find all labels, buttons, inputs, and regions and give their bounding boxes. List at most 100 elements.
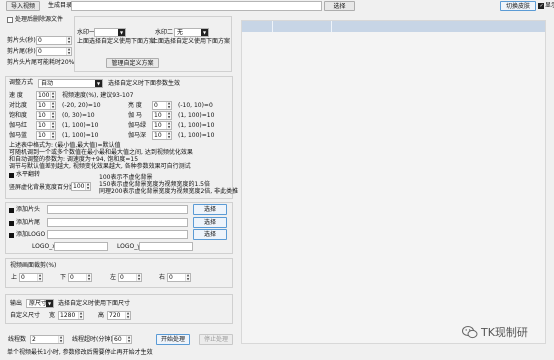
stepper-arrows-icon[interactable]: ▲ ▼ xyxy=(166,132,171,139)
stepper-arrows-icon[interactable]: ▲ ▼ xyxy=(66,37,71,44)
height-stepper[interactable]: 720 ▲ ▼ xyxy=(107,311,131,320)
add-logo-checkbox[interactable] xyxy=(9,233,14,238)
chevron-down-icon[interactable]: ▼ xyxy=(46,300,53,307)
blank-width-stepper[interactable]: 100 ▲ ▼ xyxy=(71,182,91,191)
stepper-arrows-icon[interactable]: ▲ ▼ xyxy=(50,102,55,109)
stepper-arrows-icon[interactable]: ▲ ▼ xyxy=(166,102,171,109)
crop-bottom-stepper[interactable]: 0 ▲ ▼ xyxy=(68,273,92,282)
stepper-arrows-icon[interactable]: ▲ ▼ xyxy=(166,112,171,119)
crop-title: 视频画面裁剪(%) xyxy=(10,262,57,269)
stepper-arrows-icon[interactable]: ▲ ▼ xyxy=(185,274,190,281)
watermark1-select[interactable]: ▼ xyxy=(94,28,126,37)
stepper-arrows-icon[interactable]: ▲ ▼ xyxy=(166,122,171,129)
logo-y-input[interactable] xyxy=(139,242,193,251)
add-logo-select-button[interactable]: 选择 xyxy=(193,229,227,240)
crop-left-stepper[interactable]: 0 ▲ ▼ xyxy=(118,273,142,282)
mirror-checkbox[interactable] xyxy=(9,173,14,178)
threads-stepper[interactable]: 2 ▲ ▼ xyxy=(30,335,64,344)
gamma-r-stepper[interactable]: 10 ▲ ▼ xyxy=(36,121,56,130)
cut-tail-label: 剪片尾(秒) xyxy=(7,48,36,55)
stepper-arrows-icon[interactable]: ▲ ▼ xyxy=(37,274,42,281)
formula-line-4: 调节与默认值差别越大, 视频变化效果越大, 各种参数效果可自行测试 xyxy=(9,163,191,170)
cut-note: 剪片头片尾可能耗时20% xyxy=(7,59,75,66)
gamma-label: 伽 马 xyxy=(128,112,142,119)
gamma-g-stepper[interactable]: 10 ▲ ▼ xyxy=(152,121,172,130)
cut-head-stepper[interactable]: 0 ▲ ▼ xyxy=(36,36,72,45)
stop-button[interactable]: 停止处理 xyxy=(199,334,233,345)
output-label: 输出 xyxy=(10,300,23,307)
add-head-checkbox[interactable] xyxy=(9,208,14,213)
stepper-arrows-icon[interactable]: ▲ ▼ xyxy=(50,122,55,129)
watermark1-label: 水印一 xyxy=(77,29,96,36)
switch-skin-button[interactable]: 切换皮肤 xyxy=(500,1,536,11)
topmost-label: 显示详细日志 xyxy=(545,2,554,9)
brightness-label: 亮 度 xyxy=(128,102,142,109)
stepper-arrows-icon[interactable]: ▲ ▼ xyxy=(50,92,55,99)
stepper-arrows-icon[interactable]: ▲ ▼ xyxy=(136,274,141,281)
start-button[interactable]: 开始处理 xyxy=(156,334,190,345)
stepper-arrows-icon[interactable]: ▲ ▼ xyxy=(50,132,55,139)
manage-custom-button[interactable]: 管理自定义方案 xyxy=(106,58,159,68)
crop-left-label: 左 xyxy=(110,274,117,281)
width-stepper[interactable]: 1280 ▲ ▼ xyxy=(58,311,84,320)
gamma-range: (1, 100)=10 xyxy=(178,112,215,119)
stepper-arrows-icon[interactable]: ▲ ▼ xyxy=(125,312,130,319)
watermark2-note: 上面选择自定义使用下面方案 xyxy=(152,38,231,45)
delete-source-checkbox[interactable] xyxy=(7,17,13,23)
stepper-arrows-icon[interactable]: ▲ ▼ xyxy=(85,183,90,190)
output-select[interactable]: 原尺寸 ▼ xyxy=(26,299,54,308)
logo-x-input[interactable] xyxy=(54,242,108,251)
output-dir-input[interactable] xyxy=(71,1,322,11)
add-tail-checkbox[interactable] xyxy=(9,221,14,226)
crop-top-stepper[interactable]: 0 ▲ ▼ xyxy=(19,273,43,282)
wechat-logo-icon xyxy=(462,325,478,339)
watermark-text: TK现制研 xyxy=(481,326,528,339)
stepper-arrows-icon[interactable]: ▲ ▼ xyxy=(58,336,63,343)
stepper-arrows-icon[interactable]: ▲ ▼ xyxy=(86,274,91,281)
task-list-header-divider xyxy=(331,21,332,32)
gamma-b-stepper[interactable]: 10 ▲ ▼ xyxy=(36,131,56,140)
watermark2-select[interactable]: 无 ▼ xyxy=(174,28,209,37)
threads-label: 线程数 xyxy=(8,336,27,343)
crop-right-stepper[interactable]: 0 ▲ ▼ xyxy=(167,273,191,282)
logo-x-label: LOGO_x xyxy=(32,243,56,250)
add-logo-label: 添加LOGO xyxy=(16,231,46,238)
mode-note: 选择自定义时下面参数生效 xyxy=(108,80,181,87)
contrast-range: (-20, 20)=10 xyxy=(62,102,101,109)
output-dir-select-button[interactable]: 选择 xyxy=(324,1,355,11)
chevron-down-icon[interactable]: ▼ xyxy=(201,29,208,36)
gamma-w-stepper[interactable]: 10 ▲ ▼ xyxy=(152,131,172,140)
saturation-stepper[interactable]: 10 ▲ ▼ xyxy=(36,111,56,120)
stepper-arrows-icon[interactable]: ▲ ▼ xyxy=(50,112,55,119)
mode-select[interactable]: 自动 ▼ xyxy=(38,79,103,88)
gamma-r-range: (1, 100)=10 xyxy=(62,122,99,129)
stepper-arrows-icon[interactable]: ▲ ▼ xyxy=(126,336,131,343)
blank-width-label: 竖屏虚化背景宽度百分比 xyxy=(9,184,76,191)
import-video-button[interactable]: 导入视频 xyxy=(6,1,40,11)
add-logo-input[interactable] xyxy=(47,230,188,239)
gamma-b-label: 伽马蓝 xyxy=(9,132,28,139)
status-text: 单个视频最长1小时, 参数修改后需要停止再开始才生效 xyxy=(7,349,153,356)
add-head-select-button[interactable]: 选择 xyxy=(193,204,227,215)
add-head-input[interactable] xyxy=(47,205,188,214)
gamma-stepper[interactable]: 10 ▲ ▼ xyxy=(152,111,172,120)
speed-note: 视频速度(%), 建议93-107 xyxy=(62,92,134,99)
speed-stepper[interactable]: 100 ▲ ▼ xyxy=(36,91,56,100)
output-note: 选择自定义时使用下面尺寸 xyxy=(58,300,131,307)
add-tail-select-button[interactable]: 选择 xyxy=(193,217,227,228)
chevron-down-icon[interactable]: ▼ xyxy=(118,29,125,36)
contrast-stepper[interactable]: 10 ▲ ▼ xyxy=(36,101,56,110)
add-tail-input[interactable] xyxy=(47,218,188,227)
stepper-arrows-icon[interactable]: ▲ ▼ xyxy=(78,312,83,319)
topmost-checkbox[interactable] xyxy=(538,3,544,9)
stepper-arrows-icon[interactable]: ▲ ▼ xyxy=(66,48,71,55)
task-list-panel[interactable] xyxy=(241,20,546,344)
saturation-label: 饱和度 xyxy=(9,112,28,119)
chevron-down-icon[interactable]: ▼ xyxy=(95,80,102,87)
gamma-r-label: 伽马红 xyxy=(9,122,28,129)
logo-y-label: LOGO_y xyxy=(117,243,141,250)
timeout-stepper[interactable]: 60 ▲ ▼ xyxy=(112,335,132,344)
width-label: 宽 xyxy=(49,312,56,319)
cut-tail-stepper[interactable]: 0 ▲ ▼ xyxy=(36,47,72,56)
brightness-stepper[interactable]: 0 ▲ ▼ xyxy=(152,101,172,110)
